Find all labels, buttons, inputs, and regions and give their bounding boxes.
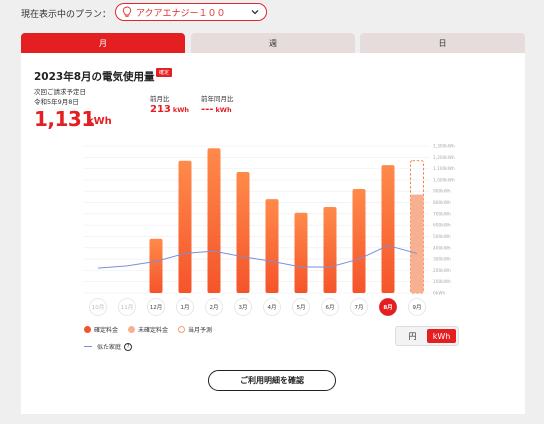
y-tick-label: 1,300kWh (433, 144, 455, 150)
y-tick-label: 500kWh (433, 234, 451, 240)
tab-month[interactable]: 月 (21, 33, 185, 53)
usage-bar (236, 172, 250, 293)
y-tick-label: 200kWh (433, 268, 451, 274)
legend-similar-label: 似た家庭 (97, 344, 122, 351)
plan-select[interactable]: アクアエナジー１００ (115, 3, 267, 21)
usage-bar (381, 165, 395, 293)
usage-bar (178, 160, 192, 293)
legend-forecast: 当月予測 (178, 325, 212, 334)
y-tick-label: 700kWh (433, 211, 451, 217)
legend-unconfirmed-swatch (128, 326, 136, 333)
y-tick-label: 800kWh (433, 200, 451, 206)
tab-week[interactable]: 週 (191, 33, 355, 53)
usage-chart: 0kWh 100kWh 200kWh 300kWh 400kWh 500kWh 600kWh… (84, 144, 455, 316)
y-tick-label: 100kWh (433, 279, 451, 285)
period-tabs: 月 週 日 (21, 33, 525, 53)
y-tick-label: 900kWh (433, 189, 451, 195)
x-tick-label: 7月 (355, 304, 364, 311)
view-statement-button[interactable]: ご利用明細を確認 (208, 370, 336, 391)
plan-bar: 現在表示中のプラン： アクアエナジー１００ (21, 3, 267, 22)
legend-similar-swatch (84, 345, 92, 348)
x-tick-label: 9月 (413, 304, 422, 311)
chart-legend: 確定料金 未確定料金 当月予測 (84, 325, 222, 334)
plan-label: 現在表示中のプラン： (21, 9, 112, 20)
unit-yen-button[interactable]: 円 (398, 329, 427, 343)
tab-day[interactable]: 日 (360, 33, 525, 53)
x-tick-label: 3月 (239, 304, 248, 311)
chevron-down-icon (251, 10, 259, 15)
legend-similar: 似た家庭 ? (84, 342, 133, 351)
help-icon[interactable]: ? (124, 342, 133, 351)
y-tick-label: 1,200kWh (433, 155, 455, 161)
usage-bar (207, 148, 221, 293)
similar-household-line (97, 244, 418, 269)
legend-confirmed: 確定料金 (84, 325, 118, 334)
usage-bar (294, 212, 308, 293)
legend-forecast-label: 当月予測 (188, 327, 213, 334)
legend-unconfirmed: 未確定料金 (128, 325, 168, 334)
x-tick-label: 1月 (181, 304, 190, 311)
unit-toggle: 円 kWh (395, 326, 459, 346)
legend-forecast-swatch (178, 326, 186, 333)
x-tick-label: 5月 (297, 304, 306, 311)
x-tick-label: 12月 (150, 304, 163, 311)
y-tick-label: 1,100kWh (433, 166, 455, 172)
usage-card: 2023年8月の電気使用量 確定 次回ご請求予定日 令和5年9月8日 1,131… (21, 53, 525, 414)
lightbulb-icon (122, 6, 132, 17)
x-tick-label: 11月 (121, 304, 134, 311)
unconfirmed-bar (410, 194, 424, 293)
unit-kwh-button[interactable]: kWh (427, 329, 456, 343)
x-tick-label: 2月 (210, 304, 219, 311)
y-tick-label: 300kWh (433, 257, 451, 263)
y-tick-label: 400kWh (433, 245, 451, 251)
usage-bar (352, 188, 366, 293)
y-tick-label: 1,000kWh (433, 177, 455, 183)
x-tick-label: 4月 (268, 304, 277, 311)
usage-bar (323, 207, 337, 293)
legend-confirmed-label: 確定料金 (94, 327, 119, 334)
legend-unconfirmed-label: 未確定料金 (138, 327, 169, 334)
legend-confirmed-swatch (84, 326, 91, 333)
x-tick-label: 6月 (326, 304, 335, 311)
usage-bar (149, 238, 163, 293)
x-tick-label: 8月 (383, 303, 392, 311)
usage-bar (265, 199, 279, 293)
x-tick-label: 10月 (92, 304, 105, 311)
y-tick-label: 600kWh (433, 223, 451, 229)
plan-name: アクアエナジー１００ (136, 8, 226, 19)
y-tick-label: 0kWh (433, 291, 445, 297)
